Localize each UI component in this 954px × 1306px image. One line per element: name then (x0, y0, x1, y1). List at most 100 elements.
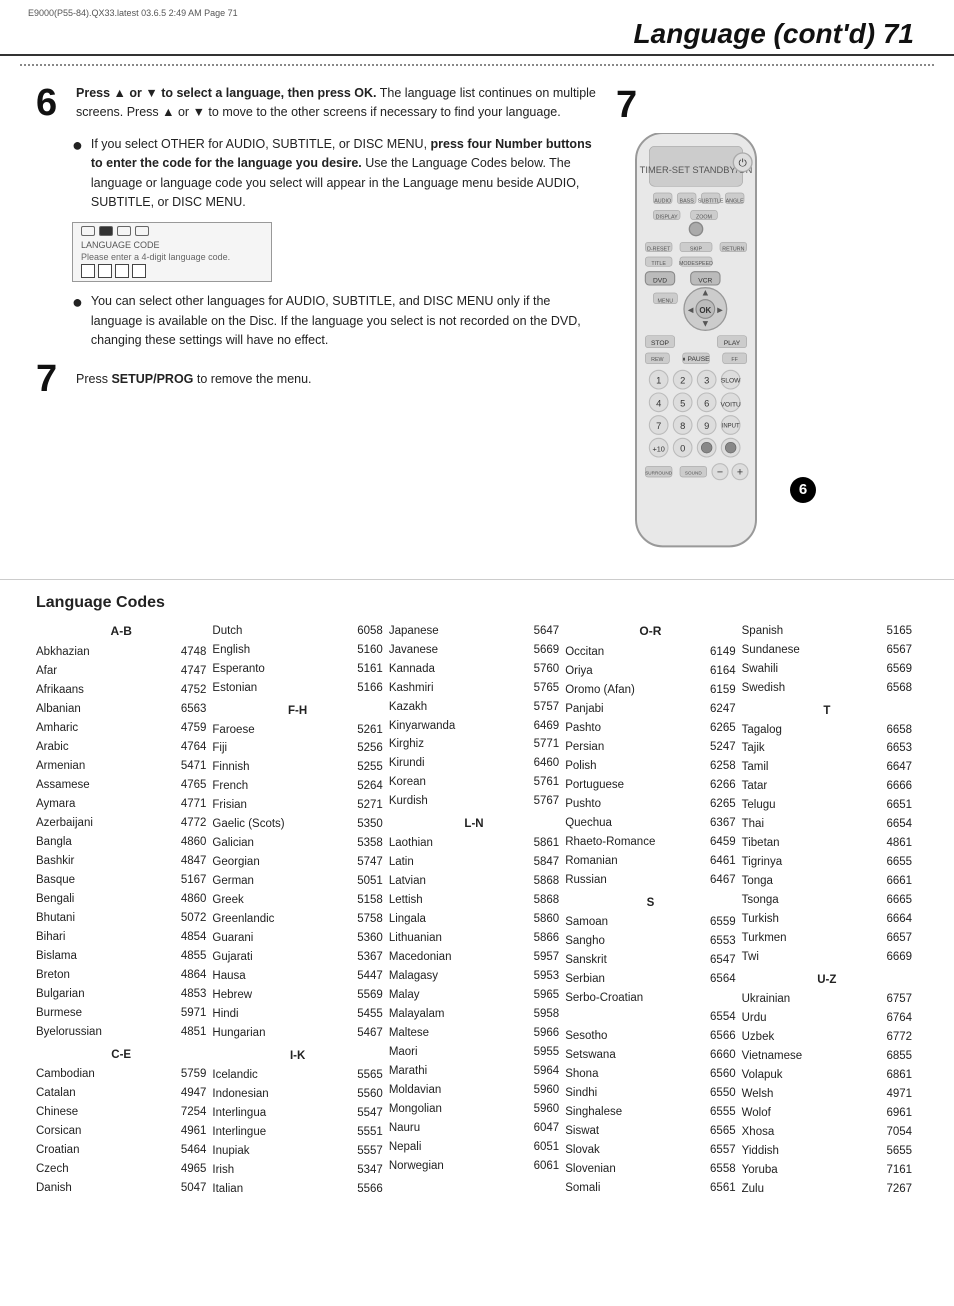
list-item: Oriya6164 (565, 662, 735, 681)
list-item: Swedish6568 (742, 679, 912, 698)
lang-code: 6669 (876, 948, 912, 967)
lang-name: Irish (212, 1161, 234, 1180)
lang-code: 4971 (876, 1085, 912, 1104)
lang-code: 5165 (876, 622, 912, 641)
lang-name: Singhalese (565, 1103, 622, 1122)
page-title: Language (cont'd) 71 (634, 18, 914, 49)
lang-code: 6460 (523, 754, 559, 773)
lang-name: Romanian (565, 852, 617, 871)
lang-code: 6265 (700, 719, 736, 738)
svg-text:4: 4 (656, 398, 661, 408)
col-sub2-header-4: U-Z (742, 971, 912, 990)
lang-name: Malagasy (389, 967, 438, 986)
lang-name: Kirundi (389, 754, 425, 773)
lang-name: French (212, 777, 248, 796)
lang-code: 5471 (170, 757, 206, 776)
list-item: Byelorussian4851 (36, 1023, 206, 1042)
svg-text:+10: +10 (652, 445, 664, 454)
lang-code: 6047 (523, 1119, 559, 1138)
lang-name: Malayalam (389, 1005, 445, 1024)
lang-code: 6654 (876, 815, 912, 834)
step-7-number: 7 (36, 360, 66, 398)
col-sub-header-3: S (565, 894, 735, 913)
lang-name: Assamese (36, 776, 90, 795)
lang-code: 5051 (347, 872, 383, 891)
lang-code: 5868 (523, 872, 559, 891)
list-item: Occitan6149 (565, 643, 735, 662)
list-item: Pashto6265 (565, 719, 735, 738)
lang-code: 5360 (347, 929, 383, 948)
lang-name: Bislama (36, 947, 77, 966)
lang-code: 5261 (347, 721, 383, 740)
lang-name: Polish (565, 757, 596, 776)
instructions-panel: 6 Press ▲ or ▼ to select a language, the… (36, 84, 596, 563)
lang-code: 5747 (347, 853, 383, 872)
lang-code: 5467 (347, 1024, 383, 1043)
lang-name: Sanskrit (565, 951, 607, 970)
list-item: Turkmen6657 (742, 929, 912, 948)
list-item: Catalan4947 (36, 1084, 206, 1103)
svg-text:2: 2 (680, 376, 685, 386)
list-item: Korean5761 (389, 773, 559, 792)
list-item: Bulgarian4853 (36, 985, 206, 1004)
lang-code: 6666 (876, 777, 912, 796)
list-item: Burmese5971 (36, 1004, 206, 1023)
list-item: Urdu6764 (742, 1009, 912, 1028)
col-sub2-header-1: I-K (212, 1047, 382, 1066)
lang-code: 6266 (700, 776, 736, 795)
lang-code: 5964 (523, 1062, 559, 1081)
lang-name: Czech (36, 1160, 69, 1179)
lang-name: Faroese (212, 721, 254, 740)
list-item: Yoruba7161 (742, 1161, 912, 1180)
list-item: Esperanto5161 (212, 660, 382, 679)
lang-name: Turkish (742, 910, 779, 929)
lang-name: Yiddish (742, 1142, 779, 1161)
lang-name: Rhaeto-Romance (565, 833, 655, 852)
lang-code: 7267 (876, 1180, 912, 1199)
lang-code: 5960 (523, 1081, 559, 1100)
lang-code: 5560 (347, 1085, 383, 1104)
list-item: Basque5167 (36, 871, 206, 890)
step-7-block: 7 Press SETUP/PROG to remove the menu. (36, 360, 596, 398)
lang-code: 6058 (347, 622, 383, 641)
lang-code: 6657 (876, 929, 912, 948)
lang-name: Frisian (212, 796, 247, 815)
list-item: Latin5847 (389, 853, 559, 872)
list-item: Malay5965 (389, 986, 559, 1005)
lang-name: Slovenian (565, 1160, 616, 1179)
lcd-icon-row (81, 226, 149, 236)
list-item: Ukrainian6757 (742, 990, 912, 1009)
remote-illustration: 7 TIMER-SET STANDBY/ON ⏻ AUDIO BASS SUBT… (616, 84, 816, 563)
lang-name: Oromo (Afan) (565, 681, 635, 700)
list-item: Finnish5255 (212, 758, 382, 777)
list-item: Guarani5360 (212, 929, 382, 948)
lang-code: 5547 (347, 1104, 383, 1123)
list-item: Inupiak5557 (212, 1142, 382, 1161)
lang-code (700, 989, 736, 1008)
lang-name: Zulu (742, 1180, 764, 1199)
lang-code: 5271 (347, 796, 383, 815)
step-7-text: Press SETUP/PROG to remove the menu. (76, 370, 312, 389)
list-item: Pushto6265 (565, 795, 735, 814)
lang-name: Sundanese (742, 641, 800, 660)
lang-name: Japanese (389, 622, 439, 641)
lang-name: Armenian (36, 757, 85, 776)
lang-code: 5264 (347, 777, 383, 796)
svg-text:9: 9 (704, 421, 709, 431)
lang-name: Indonesian (212, 1085, 268, 1104)
lang-name: Burmese (36, 1004, 82, 1023)
lang-code: 5860 (523, 910, 559, 929)
lang-code: 5160 (347, 641, 383, 660)
lang-code: 6757 (876, 990, 912, 1009)
lang-name: Kannada (389, 660, 435, 679)
svg-text:D-RESET: D-RESET (647, 246, 671, 252)
lang-code: 6563 (170, 700, 206, 719)
svg-text:ZOOM: ZOOM (696, 214, 712, 220)
list-item: Quechua6367 (565, 814, 735, 833)
svg-text:◄: ◄ (686, 305, 695, 315)
svg-text:+: + (737, 467, 743, 479)
lcd-icon-3 (117, 226, 131, 236)
list-item: Singhalese6555 (565, 1103, 735, 1122)
list-item: Persian5247 (565, 738, 735, 757)
lang-name: Nauru (389, 1119, 420, 1138)
